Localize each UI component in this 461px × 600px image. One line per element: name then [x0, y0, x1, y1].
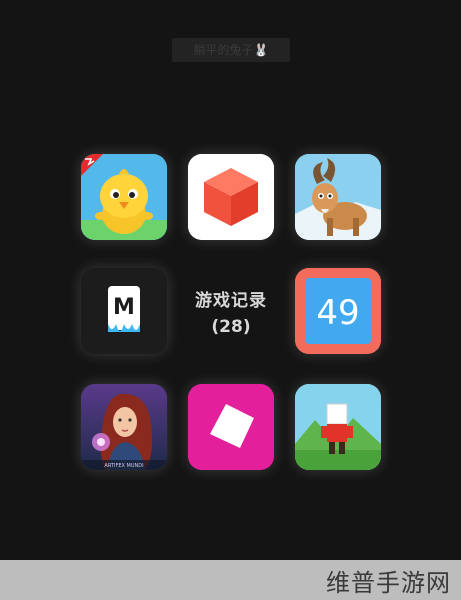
- folder-count: (28): [211, 317, 251, 337]
- svg-text:M: M: [113, 295, 135, 320]
- blocky-runner-app-icon: [295, 384, 381, 470]
- red-cube-app-icon: [188, 154, 274, 240]
- footer-brand: 维普手游网: [326, 569, 451, 597]
- yellow-chick-app-icon: [81, 154, 167, 240]
- folder-label: 游戏记录 (28): [186, 286, 276, 337]
- folder-title: 游戏记录: [195, 291, 267, 311]
- m-letter-app-icon: M: [81, 268, 167, 354]
- fantasy-woman-app-icon: ARTIFEX MUNDI: [81, 384, 167, 470]
- app-icon-chick[interactable]: [81, 154, 167, 240]
- app-icon-m[interactable]: M: [81, 268, 167, 354]
- goat-app-icon: [295, 154, 381, 240]
- app-icon-pink-square[interactable]: [188, 384, 274, 470]
- home-screen: 躺平的兔子🐰 M 游戏记录 (28) 49 ARTIFEX MUNDI: [0, 0, 461, 560]
- svg-text:49: 49: [316, 293, 359, 333]
- footer-watermark-bar: 维普手游网: [0, 560, 461, 600]
- svg-text:ARTIFEX MUNDI: ARTIFEX MUNDI: [104, 463, 143, 469]
- 49-app-icon: 49: [295, 268, 381, 354]
- app-icon-fantasy[interactable]: ARTIFEX MUNDI: [81, 384, 167, 470]
- pink-square-app-icon: [188, 384, 274, 470]
- app-icon-red-cube[interactable]: [188, 154, 274, 240]
- top-watermark: 躺平的兔子🐰: [172, 38, 290, 62]
- app-icon-49[interactable]: 49: [295, 268, 381, 354]
- app-icon-goat[interactable]: [295, 154, 381, 240]
- app-icon-blocky[interactable]: [295, 384, 381, 470]
